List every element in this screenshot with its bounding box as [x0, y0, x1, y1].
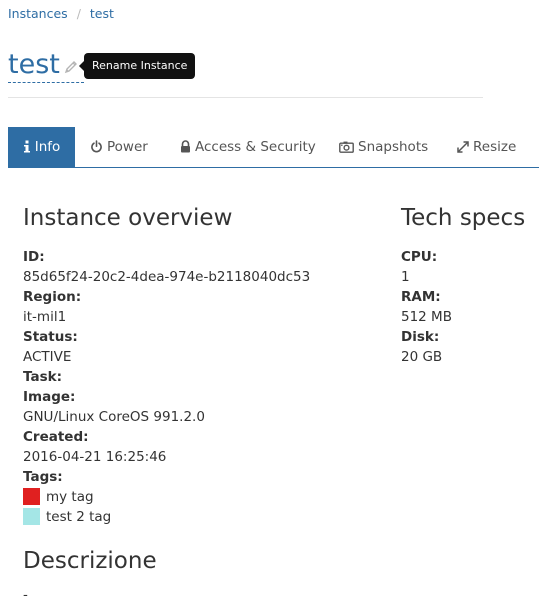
- page-title-text: test: [8, 49, 60, 80]
- status-label: Status:: [23, 329, 78, 345]
- task-label: Task:: [23, 369, 62, 385]
- tag-color-swatch: [23, 488, 40, 505]
- tags-label: Tags:: [23, 469, 63, 485]
- breadcrumb-current[interactable]: test: [90, 6, 114, 21]
- created-value: 2016-04-21 16:25:46: [23, 449, 167, 465]
- id-label: ID:: [23, 249, 45, 265]
- tab-snapshots-label: Snapshots: [358, 139, 429, 155]
- region-label: Region:: [23, 289, 82, 305]
- id-value: 85d65f24-20c2-4dea-974e-b2118040dc53: [23, 269, 311, 285]
- tag-name: test 2 tag: [46, 509, 112, 525]
- rename-tooltip: Rename Instance: [78, 53, 196, 79]
- title-divider: [8, 97, 483, 98]
- image-value: GNU/Linux CoreOS 991.2.0: [23, 409, 205, 425]
- description-value: -: [23, 587, 28, 603]
- breadcrumb-separator: /: [76, 6, 81, 21]
- disk-value: 20 GB: [401, 349, 443, 365]
- camera-icon: [339, 141, 354, 153]
- tag-color-swatch: [23, 508, 40, 525]
- instance-overview-heading: Instance overview: [23, 205, 233, 231]
- tab-resize[interactable]: Resize: [457, 127, 516, 167]
- tab-snapshots[interactable]: Snapshots: [339, 127, 428, 167]
- lock-icon: [181, 140, 190, 153]
- power-icon: [91, 140, 102, 153]
- cpu-label: CPU:: [401, 249, 438, 265]
- tab-power[interactable]: Power: [90, 127, 148, 167]
- tech-specs-heading: Tech specs: [401, 205, 526, 231]
- ram-label: RAM:: [401, 289, 441, 305]
- breadcrumb: Instances / test: [8, 6, 114, 21]
- breadcrumb-instances-link[interactable]: Instances: [8, 6, 68, 21]
- description-heading: Descrizione: [23, 548, 157, 574]
- tab-info[interactable]: Info: [8, 127, 75, 167]
- disk-label: Disk:: [401, 329, 440, 345]
- tab-bar: Info Power Access & Security Snapshots R…: [8, 127, 539, 168]
- tag-name: my tag: [46, 489, 94, 505]
- region-value: it-mil1: [23, 309, 67, 325]
- ram-value: 512 MB: [401, 309, 452, 325]
- resize-icon: [457, 141, 469, 153]
- image-label: Image:: [23, 389, 76, 405]
- tab-access-security[interactable]: Access & Security: [180, 127, 316, 167]
- status-value: ACTIVE: [23, 349, 72, 365]
- pencil-icon[interactable]: [63, 59, 79, 75]
- tab-access-security-label: Access & Security: [195, 139, 316, 155]
- info-icon: [23, 140, 30, 153]
- tab-info-label: Info: [34, 139, 61, 155]
- tab-resize-label: Resize: [473, 139, 517, 155]
- created-label: Created:: [23, 429, 89, 445]
- cpu-value: 1: [401, 269, 410, 285]
- tab-power-label: Power: [107, 139, 148, 155]
